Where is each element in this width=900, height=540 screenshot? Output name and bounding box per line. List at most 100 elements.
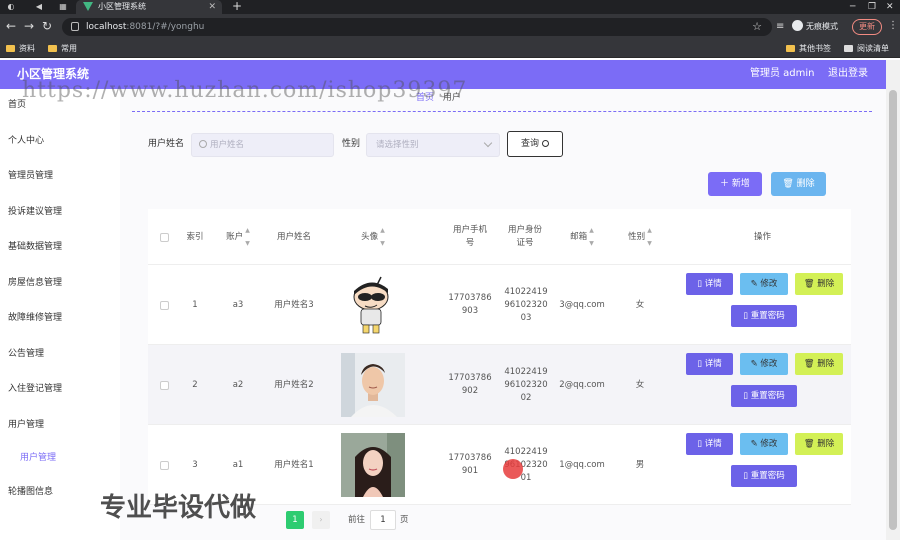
breadcrumb-current: 用户 xyxy=(442,93,461,103)
system-menu-icon[interactable]: ◐ xyxy=(6,2,16,12)
new-tab-icon[interactable]: + xyxy=(232,0,242,13)
page-1-button[interactable]: 1 xyxy=(286,511,304,529)
edit-button[interactable]: ✎ 修改 xyxy=(740,353,788,375)
logout-link[interactable]: 退出登录 xyxy=(828,67,868,81)
page-scrollbar[interactable] xyxy=(886,60,900,540)
reset-password-button[interactable]: ▯ 重置密码 xyxy=(731,385,797,407)
reading-list[interactable]: 阅读清单 xyxy=(844,43,889,55)
goto-page-input[interactable]: 1 xyxy=(370,510,396,530)
detail-button[interactable]: ▯ 详情 xyxy=(686,353,733,375)
sidebar-item-profile[interactable]: 个人中心 xyxy=(8,135,44,147)
sort-icon: ▲ ▼ xyxy=(245,227,250,247)
cell-idcard: 410224199610232002 xyxy=(504,366,548,403)
site-info-icon[interactable] xyxy=(71,22,79,31)
cell-account: a3 xyxy=(232,299,244,310)
speaker-icon[interactable]: ◀ xyxy=(34,2,44,12)
detail-button[interactable]: ▯ 详情 xyxy=(686,273,733,295)
app-header: 小区管理系统 管理员 admin 退出登录 xyxy=(0,60,886,89)
avatar-image xyxy=(341,353,405,417)
sidebar-item-complaints[interactable]: 投诉建议管理 xyxy=(8,206,62,218)
minimize-icon[interactable]: ─ xyxy=(850,1,855,13)
cell-name: 用户姓名1 xyxy=(274,459,314,470)
sidebar-item-home[interactable]: 首页 xyxy=(8,99,26,111)
row-checkbox[interactable] xyxy=(159,300,169,310)
bookmark-folder-other[interactable]: 其他书签 xyxy=(786,43,831,55)
restore-icon[interactable]: ❐ xyxy=(868,1,876,13)
table-row: 1 a3 用户姓名3 17703786903 41022419961023200… xyxy=(148,265,851,345)
col-email[interactable]: 邮箱 ▲ ▼ xyxy=(558,209,606,265)
reading-mode-icon[interactable]: ≡ xyxy=(776,21,784,33)
table-header: 索引 账户 ▲ ▼ 用户姓名 头像 ▲ ▼ 用户手机号 用户身份证号 邮箱 ▲ ▼ 性别 ▲ ▼… xyxy=(148,209,851,265)
next-page-icon[interactable]: › xyxy=(312,511,330,529)
col-name: 用户姓名 xyxy=(277,231,312,242)
col-index: 索引 xyxy=(186,231,204,242)
bookmark-folder-changyong[interactable]: 常用 xyxy=(48,43,77,55)
sort-icon: ▲ ▼ xyxy=(589,227,594,247)
delete-button[interactable]: 🗑 删除 xyxy=(795,273,843,295)
name-search-input[interactable]: 用户姓名 xyxy=(191,133,334,157)
delete-button[interactable]: 🗑 删除 xyxy=(795,433,843,455)
table-row: 3 a1 用户姓名1 17703786901 41022419961023200… xyxy=(148,425,851,505)
cell-name: 用户姓名3 xyxy=(274,299,314,310)
add-button[interactable]: ＋ 新增 xyxy=(708,172,762,196)
col-phone[interactable]: 用户手机号 xyxy=(448,209,492,265)
name-filter-label: 用户姓名 xyxy=(148,139,185,149)
url-field[interactable]: localhost:8081/?#/yonghu ☆ xyxy=(62,18,772,36)
avatar-image xyxy=(341,433,405,497)
col-idcard[interactable]: 用户身份证号 xyxy=(504,209,546,265)
row-checkbox[interactable] xyxy=(159,380,169,390)
sidebar-item-housing[interactable]: 房屋信息管理 xyxy=(8,277,62,289)
detail-button[interactable]: ▯ 详情 xyxy=(686,433,733,455)
sidebar-item-checkin[interactable]: 入住登记管理 xyxy=(8,383,62,395)
gender-select[interactable]: 请选择性别 xyxy=(366,133,500,157)
col-ops: 操作 xyxy=(753,231,771,242)
bookmark-folder-ziliao[interactable]: 资料 xyxy=(6,43,35,55)
sidebar-item-carousel[interactable]: 轮播图信息 xyxy=(8,486,53,498)
row-checkbox[interactable] xyxy=(159,460,169,470)
sidebar-item-admins[interactable]: 管理员管理 xyxy=(8,170,53,182)
col-gender[interactable]: 性别 ▲ ▼ xyxy=(618,209,662,265)
breadcrumb-home[interactable]: 首页 xyxy=(416,93,434,103)
cell-gender: 男 xyxy=(635,459,645,470)
forward-icon[interactable]: → xyxy=(24,20,34,33)
sidebar-item-repairs[interactable]: 故障维修管理 xyxy=(8,312,62,324)
col-avatar[interactable]: 头像 ▲ ▼ xyxy=(322,209,424,265)
cell-account: a1 xyxy=(232,459,244,470)
reload-icon[interactable]: ↻ xyxy=(42,20,52,33)
sort-icon: ▲ ▼ xyxy=(380,227,385,247)
query-button[interactable]: 查询 xyxy=(507,131,563,157)
incognito-indicator[interactable]: 无痕模式 xyxy=(792,20,838,33)
folder-icon xyxy=(6,45,15,52)
goto-suffix: 页 xyxy=(400,515,409,525)
reset-password-button[interactable]: ▯ 重置密码 xyxy=(731,305,797,327)
update-button[interactable]: 更新 xyxy=(852,19,882,35)
sheet-icon[interactable]: ▦ xyxy=(58,2,68,12)
sidebar-item-notices[interactable]: 公告管理 xyxy=(8,348,44,360)
delete-button[interactable]: 🗑 删除 xyxy=(795,353,843,375)
cell-phone: 17703786901 xyxy=(448,453,492,476)
edit-button[interactable]: ✎ 修改 xyxy=(740,433,788,455)
cell-index: 2 xyxy=(192,379,198,390)
batch-delete-button[interactable]: 🗑 删除 xyxy=(771,172,826,196)
browser-tab[interactable]: 小区管理系统 ✕ xyxy=(76,0,222,14)
sidebar: 首页 个人中心 管理员管理 投诉建议管理 基础数据管理 房屋信息管理 故障维修管… xyxy=(0,89,120,540)
cell-email: 2@qq.com xyxy=(559,379,605,390)
sidebar-item-basic-data[interactable]: 基础数据管理 xyxy=(8,241,62,253)
sidebar-item-users[interactable]: 用户管理 xyxy=(8,419,44,431)
goto-label: 前往 xyxy=(348,515,366,525)
address-bar-row: ← → ↻ localhost:8081/?#/yonghu ☆ ≡ 无痕模式 … xyxy=(0,14,900,40)
browser-menu-icon[interactable]: ⋮ xyxy=(888,20,898,32)
cell-email: 1@qq.com xyxy=(559,459,605,470)
scrollbar-thumb[interactable] xyxy=(889,90,897,530)
bookmark-star-icon[interactable]: ☆ xyxy=(752,20,762,33)
window-close-icon[interactable]: ✕ xyxy=(886,1,894,13)
reset-password-button[interactable]: ▯ 重置密码 xyxy=(731,465,797,487)
back-icon[interactable]: ← xyxy=(6,20,16,33)
edit-button[interactable]: ✎ 修改 xyxy=(740,273,788,295)
tab-close-icon[interactable]: ✕ xyxy=(208,1,216,13)
select-all-checkbox[interactable] xyxy=(159,232,169,242)
select-all-cell xyxy=(148,209,180,265)
sidebar-subitem-users[interactable]: 用户管理 xyxy=(20,452,56,464)
col-account[interactable]: 账户 ▲ ▼ xyxy=(210,209,266,265)
bookmarks-bar: 资料 常用 其他书签 阅读清单 xyxy=(0,40,900,58)
